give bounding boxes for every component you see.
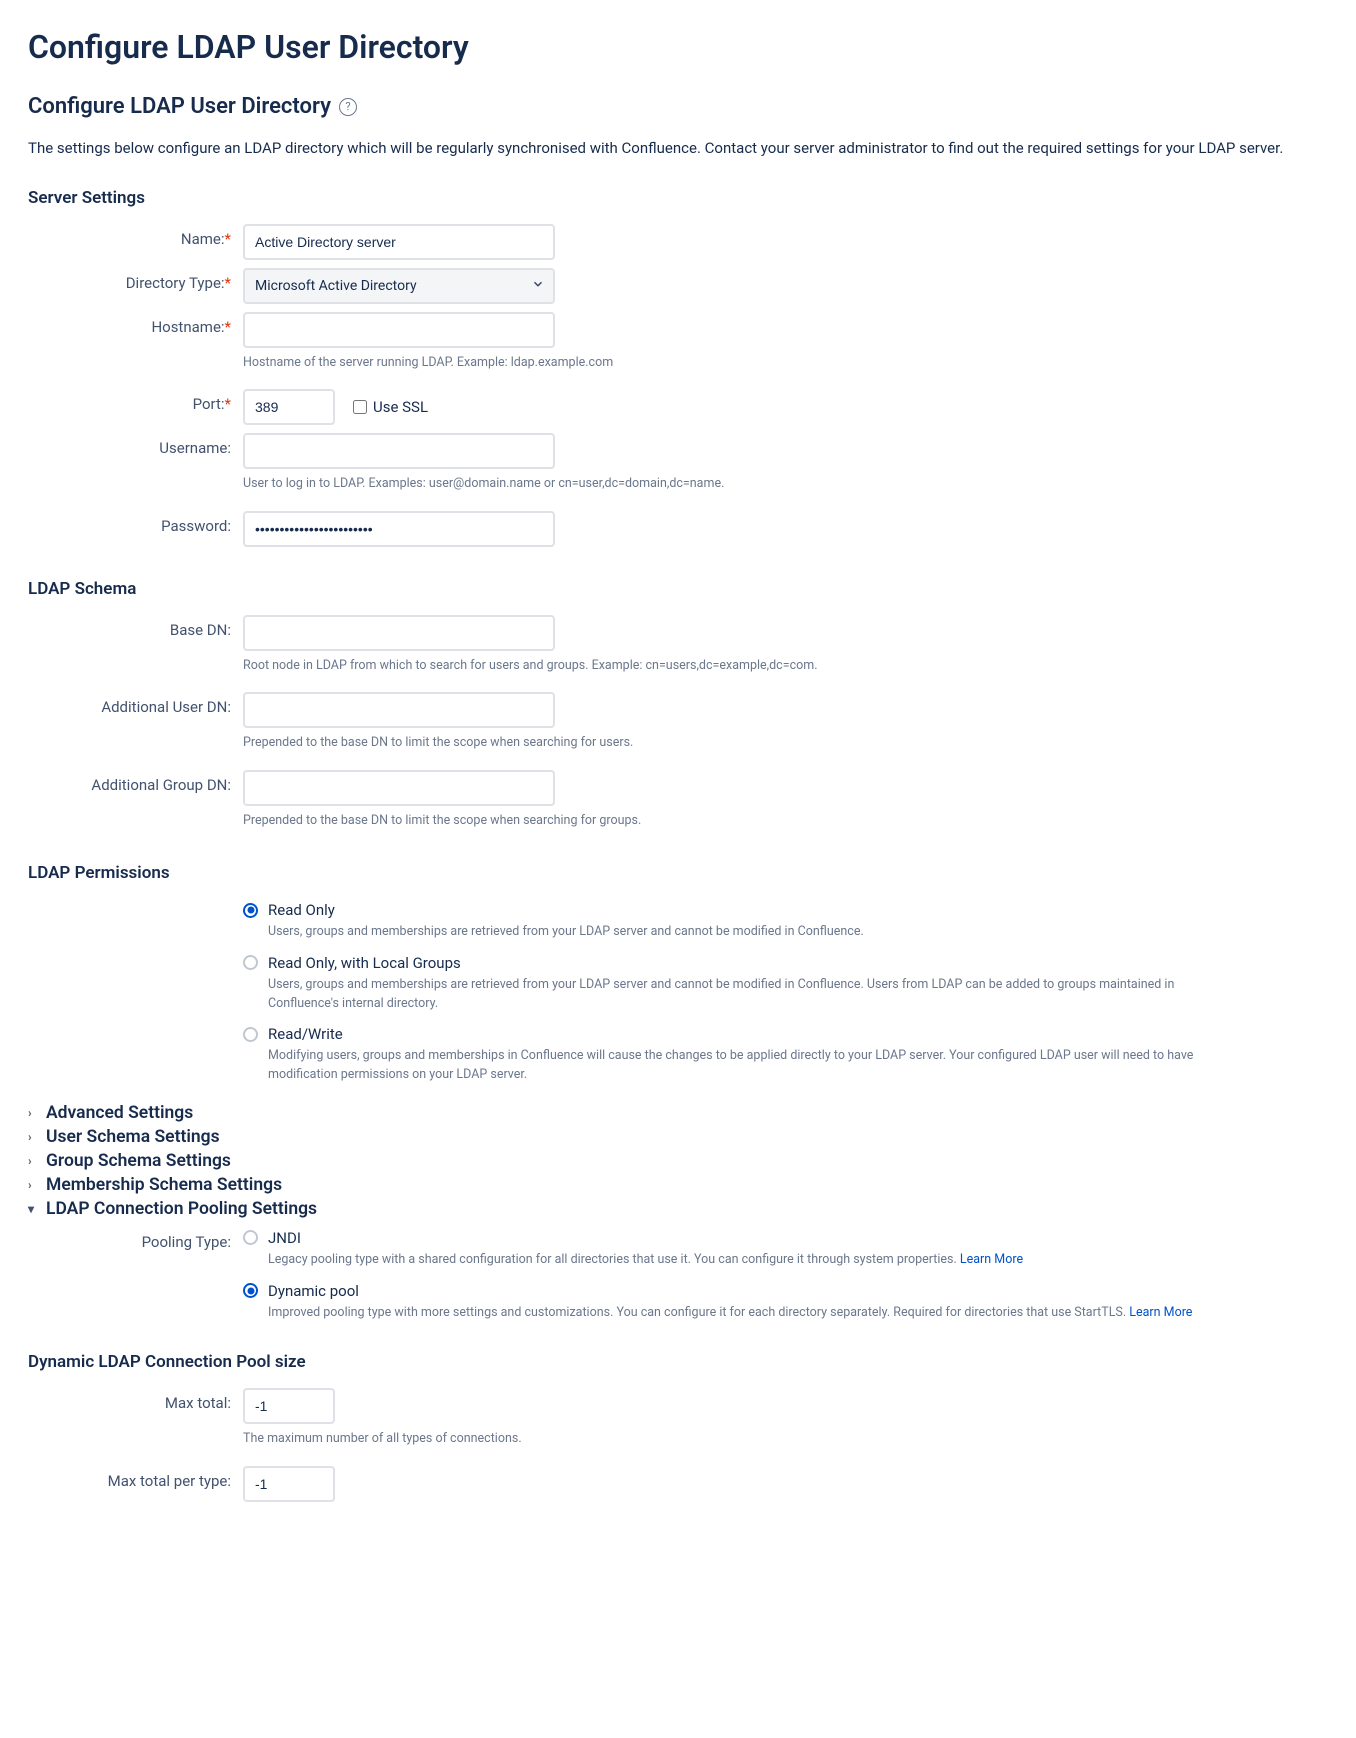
pooling-radio-0[interactable] <box>243 1230 258 1245</box>
use-ssl-checkbox[interactable] <box>353 400 367 414</box>
ldap-schema-heading: LDAP Schema <box>28 579 1328 599</box>
pooling-label-1: Dynamic pool <box>268 1282 359 1300</box>
max-total-label: Max total: <box>28 1386 243 1412</box>
expander-label: Membership Schema Settings <box>46 1175 282 1195</box>
base-dn-input[interactable] <box>243 615 555 651</box>
learn-more-link-0[interactable]: Learn More <box>960 1252 1023 1267</box>
add-group-dn-label: Additional Group DN: <box>28 768 243 794</box>
password-label: Password: <box>28 509 243 535</box>
password-input[interactable] <box>243 511 555 547</box>
pool-size-heading: Dynamic LDAP Connection Pool size <box>28 1352 1328 1372</box>
permission-label-2: Read/Write <box>268 1025 343 1043</box>
name-input[interactable] <box>243 224 555 260</box>
pooling-radio-1[interactable] <box>243 1283 258 1298</box>
permission-desc-0: Users, groups and memberships are retrie… <box>268 923 1248 942</box>
username-hint: User to log in to LDAP. Examples: user@d… <box>243 475 1328 493</box>
chevron-right-icon: › <box>28 1130 40 1144</box>
max-total-input[interactable] <box>243 1388 335 1424</box>
learn-more-link-1[interactable]: Learn More <box>1129 1305 1192 1320</box>
directory-type-value: Microsoft Active Directory <box>255 278 417 294</box>
pooling-desc-0: Legacy pooling type with a shared config… <box>268 1251 1248 1270</box>
expander-membership-schema-settings[interactable]: › Membership Schema Settings <box>28 1175 1328 1195</box>
username-input[interactable] <box>243 433 555 469</box>
hostname-input[interactable] <box>243 312 555 348</box>
chevron-right-icon: › <box>28 1178 40 1192</box>
max-total-per-type-label: Max total per type: <box>28 1464 243 1490</box>
port-label: Port:* <box>28 387 243 413</box>
expander-group-schema-settings[interactable]: › Group Schema Settings <box>28 1151 1328 1171</box>
page-title: Configure LDAP User Directory <box>28 28 1328 66</box>
expander-label: Group Schema Settings <box>46 1151 231 1171</box>
subtitle-text: Configure LDAP User Directory <box>28 94 331 119</box>
permission-label-0: Read Only <box>268 901 335 919</box>
permission-radio-0[interactable] <box>243 903 258 918</box>
server-settings-heading: Server Settings <box>28 188 1328 208</box>
expander-label: User Schema Settings <box>46 1127 220 1147</box>
chevron-right-icon: › <box>28 1154 40 1168</box>
permission-radio-2[interactable] <box>243 1027 258 1042</box>
permission-desc-2: Modifying users, groups and memberships … <box>268 1047 1248 1085</box>
hostname-label: Hostname:* <box>28 310 243 336</box>
pooling-type-label: Pooling Type: <box>28 1225 243 1251</box>
expander-label: Advanced Settings <box>46 1103 193 1123</box>
hostname-hint: Hostname of the server running LDAP. Exa… <box>243 354 1328 372</box>
username-label: Username: <box>28 431 243 457</box>
chevron-down-icon <box>531 277 545 295</box>
add-group-dn-input[interactable] <box>243 770 555 806</box>
directory-type-select[interactable]: Microsoft Active Directory <box>243 268 555 304</box>
max-total-hint: The maximum number of all types of conne… <box>243 1430 1328 1448</box>
permission-radio-1[interactable] <box>243 955 258 970</box>
help-icon[interactable]: ? <box>339 98 357 116</box>
max-total-per-type-input[interactable] <box>243 1466 335 1502</box>
ldap-permissions-heading: LDAP Permissions <box>28 863 1328 883</box>
expander-advanced-settings[interactable]: › Advanced Settings <box>28 1103 1328 1123</box>
section-subtitle: Configure LDAP User Directory ? <box>28 94 1328 119</box>
expander-label: LDAP Connection Pooling Settings <box>46 1199 317 1219</box>
pooling-label-0: JNDI <box>268 1229 301 1247</box>
use-ssl-label: Use SSL <box>373 398 428 416</box>
expander-user-schema-settings[interactable]: › User Schema Settings <box>28 1127 1328 1147</box>
directory-type-label: Directory Type:* <box>28 266 243 292</box>
intro-text: The settings below configure an LDAP dir… <box>28 137 1288 160</box>
add-user-dn-label: Additional User DN: <box>28 690 243 716</box>
name-label: Name:* <box>28 222 243 248</box>
base-dn-label: Base DN: <box>28 613 243 639</box>
chevron-right-icon: › <box>28 1106 40 1120</box>
add-user-dn-input[interactable] <box>243 692 555 728</box>
pooling-desc-1: Improved pooling type with more settings… <box>268 1304 1248 1323</box>
add-group-dn-hint: Prepended to the base DN to limit the sc… <box>243 812 1328 830</box>
port-input[interactable] <box>243 389 335 425</box>
expander-ldap-connection-pooling-settings[interactable]: ▾ LDAP Connection Pooling Settings <box>28 1199 1328 1219</box>
permission-label-1: Read Only, with Local Groups <box>268 954 461 972</box>
chevron-down-icon: ▾ <box>28 1202 40 1216</box>
add-user-dn-hint: Prepended to the base DN to limit the sc… <box>243 734 1328 752</box>
base-dn-hint: Root node in LDAP from which to search f… <box>243 657 1328 675</box>
permission-desc-1: Users, groups and memberships are retrie… <box>268 976 1248 1014</box>
